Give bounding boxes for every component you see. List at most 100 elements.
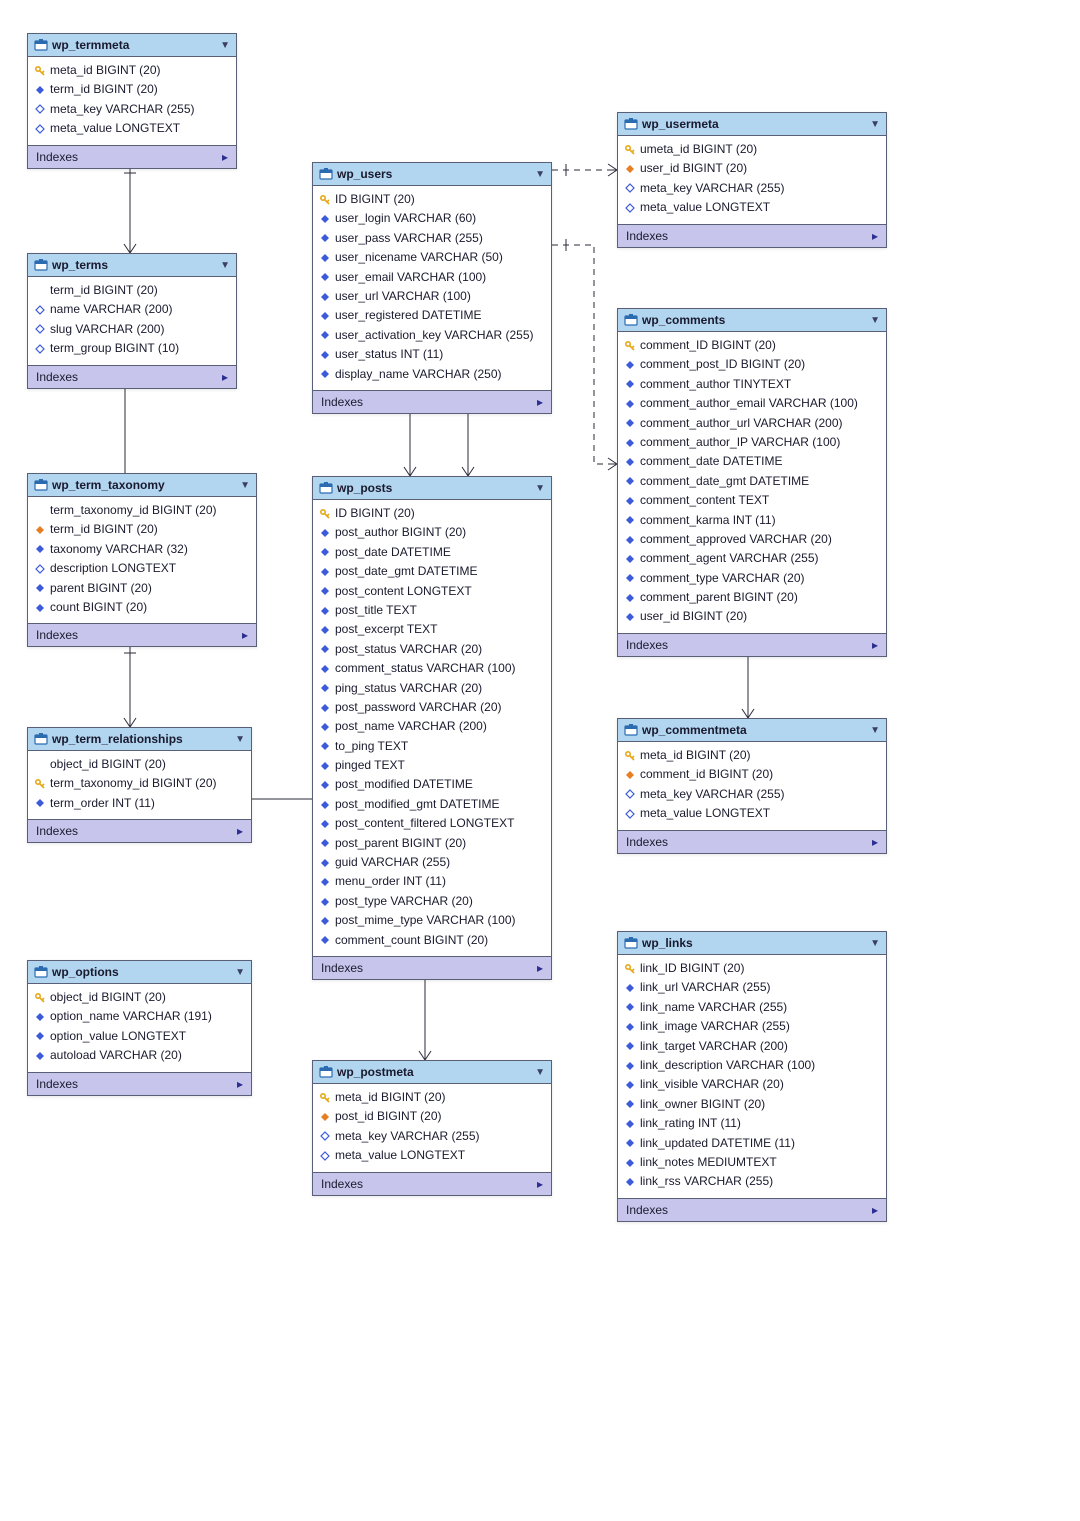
indexes-label: Indexes [321, 1177, 363, 1191]
indexes-footer[interactable]: Indexes▸ [28, 623, 256, 646]
indexes-footer[interactable]: Indexes▸ [618, 224, 886, 247]
diamond-icon [624, 437, 636, 449]
indexes-footer[interactable]: Indexes▸ [313, 390, 551, 413]
column-row: comment_author_email VARCHAR (100) [624, 394, 880, 413]
indexes-footer[interactable]: Indexes▸ [28, 819, 251, 842]
indexes-footer[interactable]: Indexes▸ [28, 365, 236, 388]
column-label: pinged TEXT [335, 757, 405, 774]
table-icon [319, 167, 333, 181]
table-title: wp_users [337, 167, 392, 181]
diamond-icon [624, 982, 636, 994]
expand-icon[interactable]: ▸ [872, 1203, 878, 1217]
column-row: meta_key VARCHAR (255) [624, 785, 880, 804]
collapse-icon[interactable]: ▼ [220, 40, 230, 51]
column-row: menu_order INT (11) [319, 872, 545, 891]
collapse-icon[interactable]: ▼ [535, 483, 545, 494]
column-row: user_activation_key VARCHAR (255) [319, 326, 545, 345]
column-row: user_nicename VARCHAR (50) [319, 248, 545, 267]
table-wp-termmeta: wp_termmeta▼meta_id BIGINT (20)term_id B… [27, 33, 237, 169]
column-row: term_id BIGINT (20) [34, 281, 230, 300]
table-title: wp_links [642, 936, 693, 950]
expand-icon[interactable]: ▸ [242, 628, 248, 642]
indexes-footer[interactable]: Indexes▸ [618, 830, 886, 853]
expand-icon[interactable]: ▸ [237, 824, 243, 838]
columns-list: link_ID BIGINT (20)link_url VARCHAR (255… [618, 955, 886, 1198]
table-header[interactable]: wp_users ▼ [313, 163, 551, 186]
indexes-footer[interactable]: Indexes▸ [618, 1198, 886, 1221]
collapse-icon[interactable]: ▼ [535, 1067, 545, 1078]
diamond-icon [319, 643, 331, 655]
indexes-footer[interactable]: Indexes▸ [618, 633, 886, 656]
table-header[interactable]: wp_options▼ [28, 961, 251, 984]
collapse-icon[interactable]: ▼ [220, 260, 230, 271]
table-header[interactable]: wp_termmeta▼ [28, 34, 236, 57]
column-row: comment_count BIGINT (20) [319, 931, 545, 950]
column-label: term_order INT (11) [50, 795, 155, 812]
table-header[interactable]: wp_postmeta▼ [313, 1061, 551, 1084]
expand-icon[interactable]: ▸ [872, 835, 878, 849]
collapse-icon[interactable]: ▼ [870, 938, 880, 949]
table-header[interactable]: wp_comments▼ [618, 309, 886, 332]
collapse-icon[interactable]: ▼ [870, 119, 880, 130]
indexes-footer[interactable]: Indexes ▸ [313, 1172, 551, 1195]
expand-icon[interactable]: ▸ [222, 370, 228, 384]
table-header[interactable]: wp_usermeta ▼ [618, 113, 886, 136]
column-label: parent BIGINT (20) [50, 580, 152, 597]
primary-key-icon [34, 778, 46, 790]
expand-icon[interactable]: ▸ [872, 229, 878, 243]
table-header[interactable]: wp_terms▼ [28, 254, 236, 277]
indexes-footer[interactable]: Indexes▸ [313, 956, 551, 979]
diamond-icon [319, 329, 331, 341]
diamond-icon [624, 514, 636, 526]
collapse-icon[interactable]: ▼ [870, 725, 880, 736]
table-title: wp_usermeta [642, 117, 719, 131]
table-wp-usermeta: wp_usermeta▼umeta_id BIGINT (20)user_id … [617, 112, 887, 248]
columns-list: ID BIGINT (20)user_login VARCHAR (60)use… [313, 186, 551, 390]
column-label: comment_content TEXT [640, 492, 769, 509]
table-header[interactable]: wp_term_taxonomy▼ [28, 474, 256, 497]
diamond-icon [319, 1130, 331, 1142]
column-row: post_excerpt TEXT [319, 620, 545, 639]
collapse-icon[interactable]: ▼ [235, 967, 245, 978]
column-row: post_password VARCHAR (20) [319, 698, 545, 717]
table-wp-term-relationships: wp_term_relationships▼object_id BIGINT (… [27, 727, 252, 843]
column-row: option_value LONGTEXT [34, 1027, 245, 1046]
collapse-icon[interactable]: ▼ [535, 169, 545, 180]
column-label: comment_date_gmt DATETIME [640, 473, 809, 490]
column-label: meta_value LONGTEXT [50, 120, 180, 137]
indexes-footer[interactable]: Indexes▸ [28, 145, 236, 168]
diamond-icon [34, 524, 46, 536]
column-label: comment_agent VARCHAR (255) [640, 550, 819, 567]
expand-icon[interactable]: ▸ [537, 395, 543, 409]
primary-key-icon [319, 508, 331, 520]
column-label: guid VARCHAR (255) [335, 854, 450, 871]
expand-icon[interactable]: ▸ [872, 638, 878, 652]
column-label: post_excerpt TEXT [335, 621, 438, 638]
expand-icon[interactable]: ▸ [237, 1077, 243, 1091]
table-header[interactable]: wp_term_relationships▼ [28, 728, 251, 751]
diamond-icon [319, 624, 331, 636]
no-icon [34, 505, 46, 517]
collapse-icon[interactable]: ▼ [240, 480, 250, 491]
indexes-footer[interactable]: Indexes▸ [28, 1072, 251, 1095]
expand-icon[interactable]: ▸ [537, 961, 543, 975]
column-row: pinged TEXT [319, 756, 545, 775]
table-icon [319, 1065, 333, 1079]
table-header[interactable]: wp_commentmeta▼ [618, 719, 886, 742]
expand-icon[interactable]: ▸ [537, 1177, 543, 1191]
collapse-icon[interactable]: ▼ [235, 734, 245, 745]
table-header[interactable]: wp_posts▼ [313, 477, 551, 500]
column-row: comment_post_ID BIGINT (20) [624, 355, 880, 374]
column-row: user_registered DATETIME [319, 306, 545, 325]
table-header[interactable]: wp_links ▼ [618, 932, 886, 955]
column-row: slug VARCHAR (200) [34, 320, 230, 339]
column-label: post_mime_type VARCHAR (100) [335, 912, 516, 929]
diamond-icon [319, 721, 331, 733]
column-label: link_description VARCHAR (100) [640, 1057, 815, 1074]
diamond-icon [34, 602, 46, 614]
expand-icon[interactable]: ▸ [222, 150, 228, 164]
column-row: comment_karma INT (11) [624, 511, 880, 530]
diamond-icon [319, 740, 331, 752]
column-label: link_url VARCHAR (255) [640, 979, 770, 996]
collapse-icon[interactable]: ▼ [870, 315, 880, 326]
